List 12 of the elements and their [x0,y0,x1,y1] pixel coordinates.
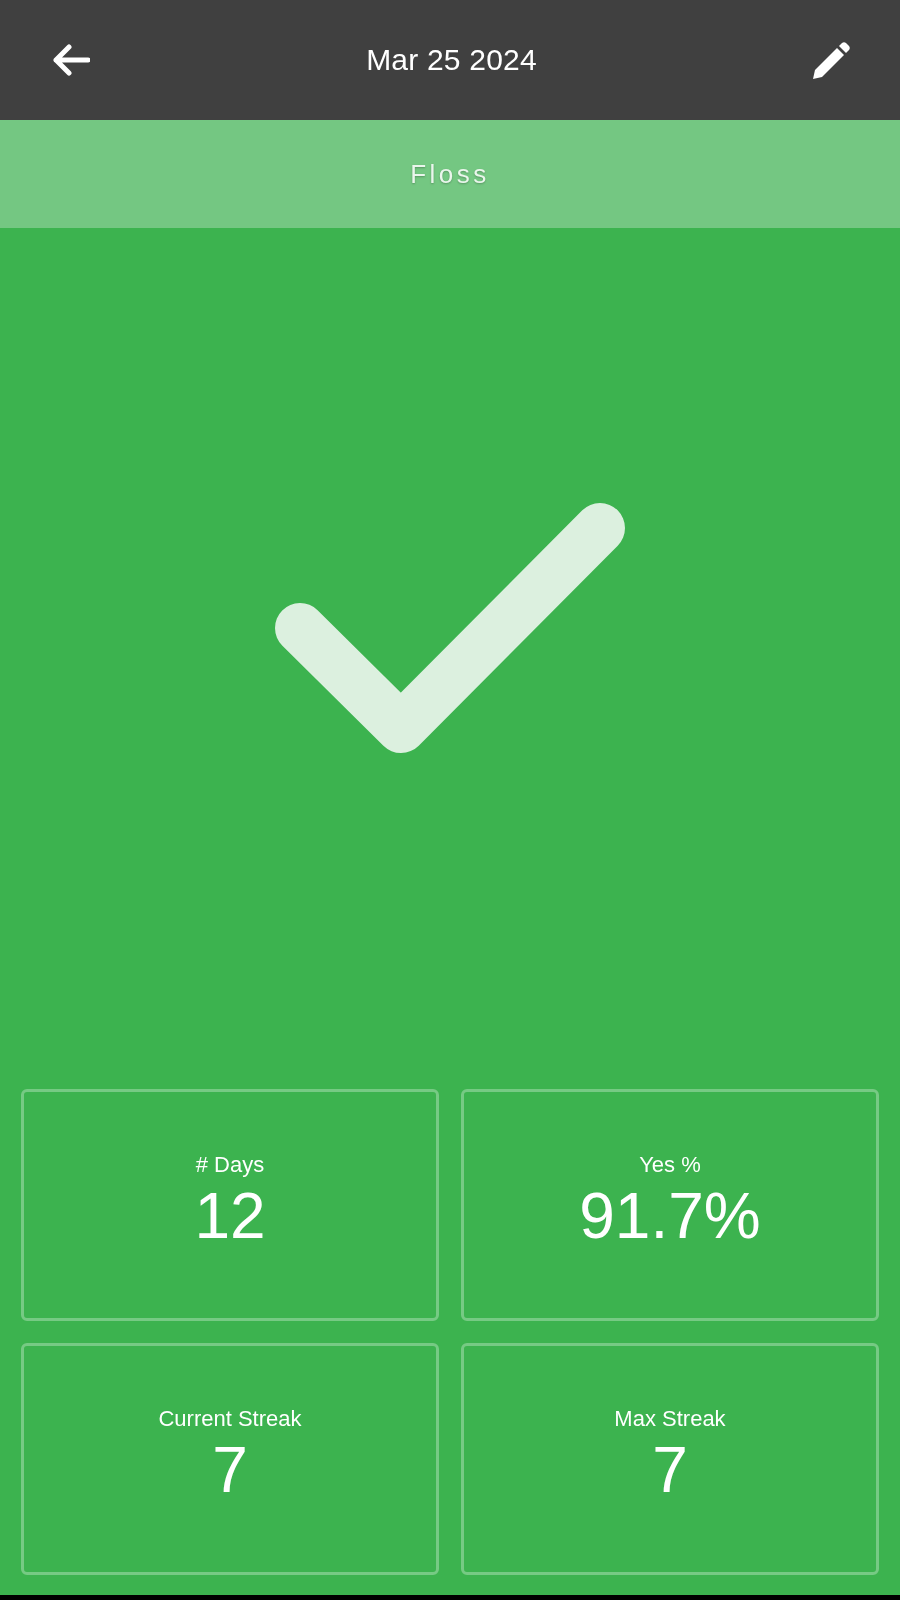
date-title: Mar 25 2024 [366,43,537,77]
stat-label: Current Streak [158,1406,302,1431]
habit-name: Floss [410,158,490,190]
stat-value: 12 [194,1180,266,1252]
pencil-icon [813,41,850,79]
stat-label: Max Streak [614,1406,726,1431]
stat-value: 7 [212,1434,248,1506]
back-arrow-icon [52,44,90,76]
stat-value: 91.7% [579,1180,761,1252]
stat-label: # Days [195,1152,265,1177]
stat-label: Yes % [639,1152,701,1177]
stat-value: 7 [652,1434,688,1506]
